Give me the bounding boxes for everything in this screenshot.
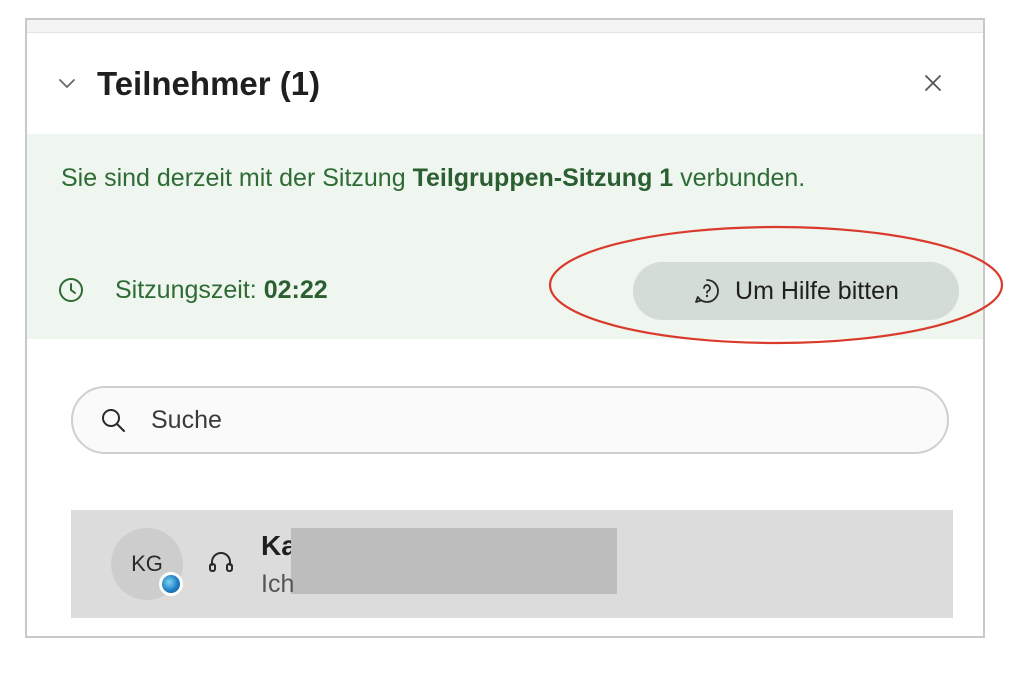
status-text-after: verbunden. [673, 164, 806, 192]
search-input[interactable] [149, 404, 913, 436]
ask-for-help-label: Um Hilfe bitten [735, 276, 899, 305]
headset-icon [209, 552, 233, 572]
panel-header: Teilnehmer (1) [27, 32, 983, 134]
participant-row[interactable]: KG Ka Ich [71, 510, 953, 618]
presence-icon [159, 572, 183, 596]
status-text-before: Sie sind derzeit mit der Sitzung [61, 164, 413, 192]
session-status-text: Sie sind derzeit mit der Sitzung Teilgru… [61, 158, 941, 198]
close-icon[interactable] [920, 70, 946, 96]
session-time-value: 02:22 [263, 276, 328, 304]
session-time: Sitzungszeit: 02:22 [115, 272, 328, 308]
participant-subtitle: Ich [261, 570, 295, 598]
panel-title: Teilnehmer (1) [97, 65, 321, 102]
help-icon [695, 279, 719, 303]
redacted-area [291, 528, 617, 594]
ask-for-help-button[interactable]: Um Hilfe bitten [633, 262, 959, 320]
search-field[interactable] [71, 386, 949, 454]
session-time-label: Sitzungszeit: [115, 276, 264, 304]
session-banner: Sie sind derzeit mit der Sitzung Teilgru… [27, 134, 983, 339]
session-name: Teilgruppen-Sitzung 1 [412, 164, 674, 192]
chevron-down-icon[interactable] [57, 73, 77, 93]
clock-icon [59, 278, 83, 302]
participants-panel: Teilnehmer (1) Sie sind derzeit mit der … [25, 18, 985, 638]
search-icon [102, 409, 125, 432]
